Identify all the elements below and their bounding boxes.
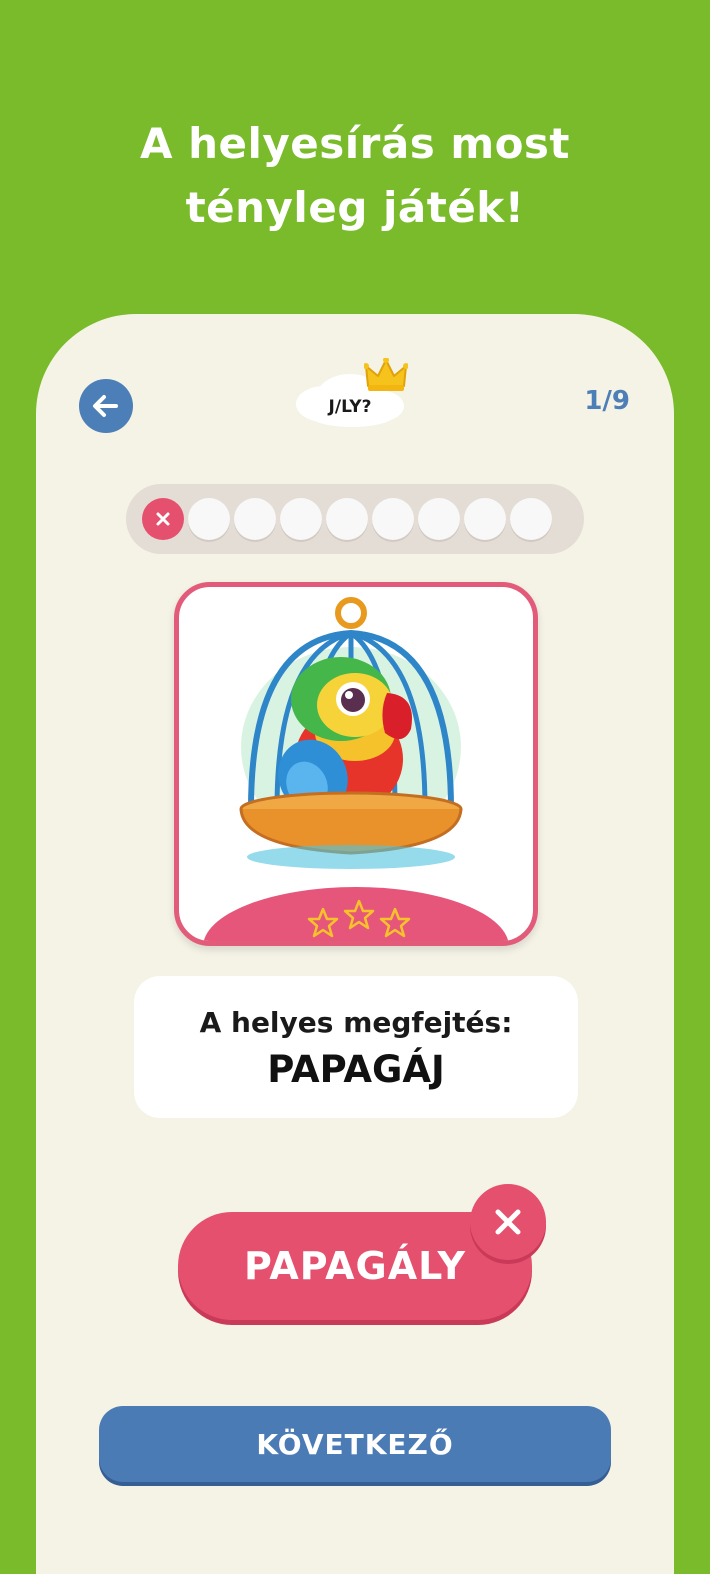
question-counter: 1/9 (584, 386, 630, 416)
next-button-label: KÖVETKEZŐ (256, 1427, 454, 1461)
crown-icon (364, 358, 408, 391)
close-icon (495, 1209, 521, 1235)
wrong-answer-badge (470, 1184, 546, 1260)
progress-dot (464, 498, 506, 540)
star-icon (343, 899, 375, 930)
star-icon (379, 907, 411, 938)
parrot-cage-illustration (239, 597, 463, 869)
answer-choice-label: PAPAGÁLY (244, 1244, 466, 1288)
correct-answer-label: A helyes megfejtés: (199, 1006, 513, 1039)
category-label: J/LY? (328, 397, 372, 417)
progress-dot (418, 498, 460, 540)
progress-dot (234, 498, 276, 540)
word-picture-card (174, 582, 538, 946)
star-rating (307, 899, 411, 938)
progress-dot (188, 498, 230, 540)
star-icon (307, 907, 339, 938)
category-badge: J/LY? (294, 358, 408, 430)
back-button[interactable] (79, 379, 133, 433)
correct-answer-box: A helyes megfejtés: PAPAGÁJ (134, 976, 578, 1118)
progress-dot (280, 498, 322, 540)
progress-tracker (126, 484, 584, 554)
promo-headline: A helyesírás most tényleg játék! (0, 112, 710, 240)
correct-answer-word: PAPAGÁJ (267, 1048, 445, 1091)
headline-line-1: A helyesírás most (139, 119, 571, 168)
progress-dot (372, 498, 414, 540)
headline-line-2: tényleg játék! (185, 183, 525, 232)
next-button[interactable]: KÖVETKEZŐ (99, 1406, 611, 1482)
arrow-left-icon (93, 395, 118, 417)
progress-dot-wrong (142, 498, 184, 540)
progress-dot (326, 498, 368, 540)
close-icon (156, 512, 170, 526)
app-screen: J/LY? 1/9 A helyes megfejtés: PAPAGÁJ PA… (36, 314, 674, 1574)
progress-dot (510, 498, 552, 540)
